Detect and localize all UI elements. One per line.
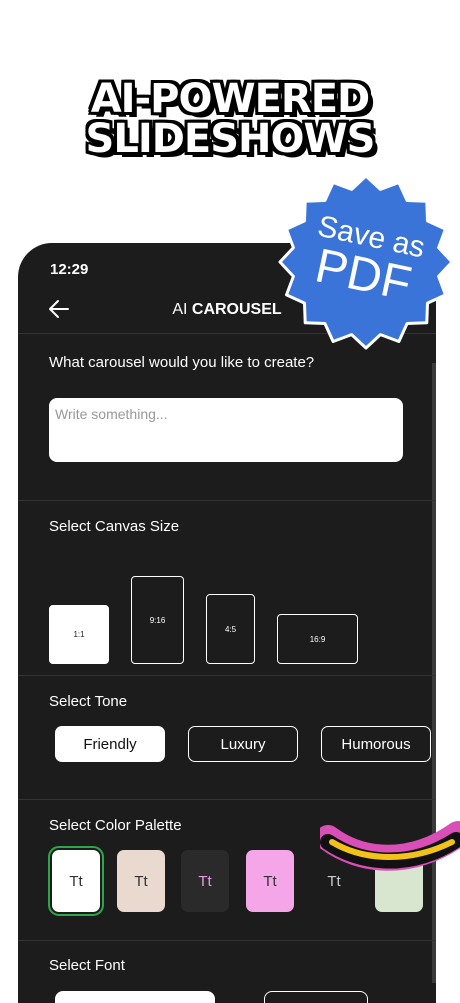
headline-line-2: SLIDESHOWS (85, 116, 376, 162)
font-option-1[interactable] (55, 991, 215, 1003)
prompt-input[interactable] (49, 398, 403, 462)
tone-humorous-button[interactable]: Humorous (321, 726, 431, 762)
title-prefix: AI (172, 301, 188, 318)
divider (18, 500, 436, 501)
palette-swatch-dark-pink[interactable]: Tt (181, 850, 229, 912)
divider (18, 675, 436, 676)
canvas-option-1-1[interactable]: 1:1 (49, 605, 109, 664)
divider (18, 940, 436, 941)
canvas-option-9-16[interactable]: 9:16 (131, 576, 184, 664)
palette-swatch-beige[interactable]: Tt (117, 850, 165, 912)
palette-swatch-white[interactable]: Tt (48, 846, 104, 916)
color-palette-label: Select Color Palette (49, 817, 182, 834)
palette-swatch-pink[interactable]: Tt (246, 850, 294, 912)
tone-friendly-button[interactable]: Friendly (55, 726, 165, 762)
tone-label: Select Tone (49, 693, 128, 710)
prompt-label: What carousel would you like to create? (49, 354, 315, 371)
font-label: Select Font (49, 957, 125, 974)
canvas-option-16-9[interactable]: 16:9 (277, 614, 358, 664)
font-option-2[interactable] (264, 991, 368, 1003)
canvas-option-4-5[interactable]: 4:5 (206, 594, 255, 664)
canvas-size-label: Select Canvas Size (49, 518, 180, 535)
tone-luxury-button[interactable]: Luxury (188, 726, 298, 762)
status-time: 12:29 (50, 261, 89, 278)
decorative-swoosh-graphic (320, 821, 460, 871)
